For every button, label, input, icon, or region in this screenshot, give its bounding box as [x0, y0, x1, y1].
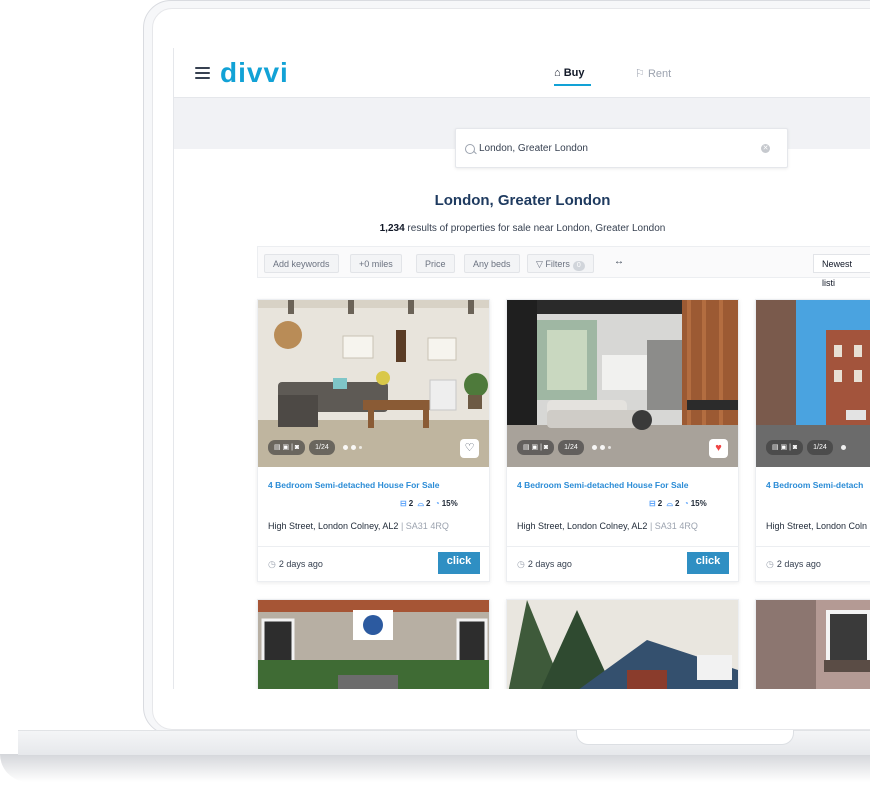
- yield-value: 15%: [690, 499, 707, 508]
- media-type-icons[interactable]: ▤ ▣ | ◙: [766, 440, 804, 455]
- clear-icon[interactable]: ✕: [761, 144, 770, 153]
- clock-icon: ◷: [268, 559, 276, 569]
- listing-photo[interactable]: [258, 600, 489, 689]
- active-tab-underline: [554, 84, 591, 86]
- swap-arrows-icon[interactable]: ↔: [614, 256, 624, 267]
- top-navigation: divvi ⌂ Buy ⚐ Rent: [174, 48, 870, 98]
- agent-logo[interactable]: click: [438, 552, 480, 574]
- carousel-dots[interactable]: [840, 445, 846, 450]
- listing-card[interactable]: ▤ ▣ | ◙ 1/24 ♥ 4 Bedroom Semi-detached H…: [506, 299, 739, 582]
- card-divider: [258, 546, 489, 547]
- listed-text: 2 days ago: [527, 559, 572, 569]
- beds-count: 2: [657, 499, 663, 508]
- rent-icon: ⚐: [635, 68, 645, 80]
- heart-icon[interactable]: ♥: [709, 439, 728, 458]
- results-text: results of properties for sale near Lond…: [404, 223, 666, 234]
- photo-counter: 1/24: [807, 440, 833, 455]
- yield-icon: ◔: [434, 499, 440, 508]
- listing-address: High Street, London Colney, AL2 | SA31 4…: [517, 521, 698, 531]
- postcode: SA31 4RQ: [654, 521, 698, 531]
- laptop-notch: [576, 730, 794, 745]
- page-title: London, Greater London: [434, 192, 611, 209]
- listing-photo[interactable]: [507, 600, 738, 689]
- baths-count: 2: [674, 499, 680, 508]
- listing-features: ⊟ 2 ⌓ 2 ◔ 15%: [400, 499, 458, 509]
- results-count: 1,234: [379, 223, 405, 234]
- address-text: High Street, London Colney, AL2: [517, 521, 648, 531]
- listing-address: High Street, London Coln: [766, 521, 867, 531]
- bed-icon: ⊟: [400, 499, 407, 508]
- browser-screen: divvi ⌂ Buy ⚐ Rent London, Greater Londo…: [173, 48, 870, 689]
- beds-filter[interactable]: Any beds: [464, 254, 520, 273]
- media-controls: ▤ ▣ | ◙ 1/24: [517, 440, 611, 455]
- address-text: High Street, London Coln: [766, 521, 868, 531]
- listed-text: 2 days ago: [776, 559, 821, 569]
- clock-icon: ◷: [517, 559, 525, 569]
- photo-counter: 1/24: [558, 440, 584, 455]
- listing-address: High Street, London Colney, AL2 | SA31 4…: [268, 521, 449, 531]
- filters-button[interactable]: ▽ Filters 0: [527, 254, 594, 273]
- yield-value: 15%: [441, 499, 458, 508]
- card-divider: [756, 546, 870, 547]
- price-filter[interactable]: Price: [416, 254, 455, 273]
- filter-icon: ▽: [536, 259, 546, 269]
- filters-label: Filters: [545, 259, 570, 269]
- sort-select[interactable]: Newest listi: [813, 254, 870, 288]
- listing-title[interactable]: 4 Bedroom Semi-detached House For Sale: [517, 480, 688, 490]
- nav-buy-label: Buy: [563, 67, 585, 79]
- listed-date: ◷ 2 days ago: [517, 559, 572, 570]
- media-controls: ▤ ▣ | ◙ 1/24: [766, 440, 846, 455]
- home-icon: ⌂: [554, 67, 561, 79]
- nav-buy[interactable]: ⌂ Buy: [554, 67, 591, 86]
- bath-icon: ⌓: [417, 499, 424, 508]
- listing-photo[interactable]: [756, 600, 870, 689]
- listing-card[interactable]: [257, 599, 490, 689]
- logo[interactable]: divvi: [220, 57, 289, 89]
- listing-features: ⊟ 2 ⌓ 2 ◔ 15%: [649, 499, 707, 509]
- laptop-shadow: [0, 754, 870, 782]
- search-icon: [465, 144, 475, 154]
- agent-name: click: [695, 555, 721, 567]
- listed-date: ◷ 2 days ago: [766, 559, 821, 570]
- carousel-dots[interactable]: [591, 445, 611, 450]
- search-input[interactable]: London, Greater London ✕: [455, 128, 788, 168]
- listing-card[interactable]: [506, 599, 739, 689]
- media-type-icons[interactable]: ▤ ▣ | ◙: [517, 440, 555, 455]
- agent-logo[interactable]: click: [687, 552, 729, 574]
- bath-icon: ⌓: [666, 499, 673, 508]
- search-value: London, Greater London: [479, 143, 588, 154]
- bed-icon: ⊟: [649, 499, 656, 508]
- results-summary: 1,234 results of properties for sale nea…: [174, 223, 870, 234]
- nav-rent[interactable]: ⚐ Rent: [635, 67, 671, 80]
- listing-title[interactable]: 4 Bedroom Semi-detach: [766, 480, 863, 490]
- nav-rent-label: Rent: [647, 68, 672, 80]
- listing-card[interactable]: ▤ ▣ | ◙ 1/24 4 Bedroom Semi-detach High …: [755, 299, 870, 582]
- photo-counter: 1/24: [309, 440, 335, 455]
- menu-icon[interactable]: [195, 67, 210, 79]
- address-text: High Street, London Colney, AL2: [268, 521, 399, 531]
- media-controls: ▤ ▣ | ◙ 1/24: [268, 440, 362, 455]
- listing-card[interactable]: ▤ ▣ | ◙ 1/24 ♡ 4 Bedroom Semi-detached H…: [257, 299, 490, 582]
- clock-icon: ◷: [766, 559, 774, 569]
- radius-filter[interactable]: +0 miles: [350, 254, 402, 273]
- beds-count: 2: [408, 499, 414, 508]
- filter-bar: Add keywords +0 miles Price Any beds ▽ F…: [257, 246, 870, 288]
- listed-text: 2 days ago: [278, 559, 323, 569]
- media-type-icons[interactable]: ▤ ▣ | ◙: [268, 440, 306, 455]
- agent-name: click: [446, 555, 472, 567]
- filters-count: 0: [572, 261, 585, 271]
- carousel-dots[interactable]: [342, 445, 362, 450]
- baths-count: 2: [425, 499, 431, 508]
- listed-date: ◷ 2 days ago: [268, 559, 323, 570]
- card-divider: [507, 546, 738, 547]
- postcode: SA31 4RQ: [405, 521, 449, 531]
- yield-icon: ◔: [683, 499, 689, 508]
- keywords-filter[interactable]: Add keywords: [264, 254, 339, 273]
- listing-card[interactable]: [755, 599, 870, 689]
- listing-title[interactable]: 4 Bedroom Semi-detached House For Sale: [268, 480, 439, 490]
- heart-icon[interactable]: ♡: [460, 439, 479, 458]
